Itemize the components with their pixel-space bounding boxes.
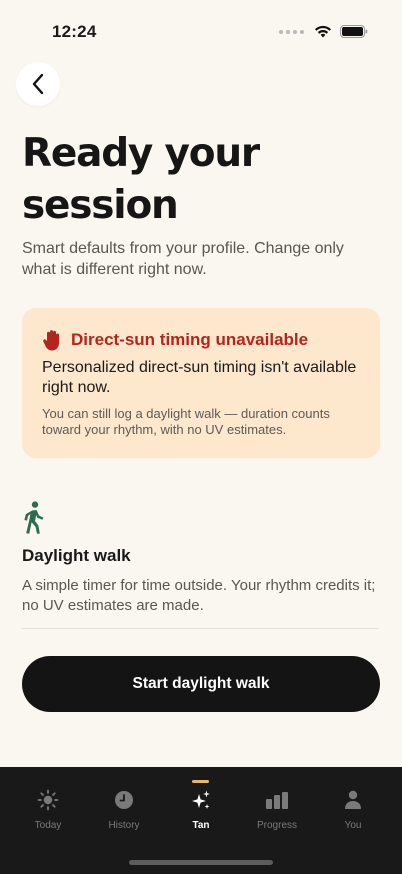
clock-icon: [115, 791, 133, 809]
tab-history[interactable]: History: [94, 787, 154, 835]
alert-note: You can still log a daylight walk — dura…: [42, 406, 330, 437]
start-daylight-walk-button[interactable]: Start daylight walk: [22, 656, 380, 712]
back-button[interactable]: [16, 62, 60, 106]
tab-label: You: [344, 820, 362, 831]
status-icons: [279, 25, 368, 38]
tab-today[interactable]: Today: [18, 787, 78, 835]
signal-dots-icon: [279, 29, 304, 34]
tab-label: Today: [34, 820, 62, 831]
page-title: Ready your session: [22, 131, 260, 228]
alert-body: Personalized direct-sun timing isn't ava…: [42, 359, 357, 396]
chevron-left-icon: [32, 73, 44, 95]
status-time: 12:24: [52, 22, 97, 41]
tab-progress[interactable]: Progress: [247, 787, 307, 835]
wifi-icon: [315, 25, 331, 38]
alert-header: Direct-sun timing unavailable: [42, 329, 308, 351]
walking-person-icon: [24, 501, 44, 534]
divider: [22, 628, 378, 629]
bar-chart-icon: [266, 792, 288, 809]
status-bar: 12:24: [0, 0, 402, 60]
tab-label: Progress: [256, 820, 297, 831]
raised-hand-icon: [43, 330, 59, 351]
person-icon: [345, 790, 361, 809]
battery-icon: [340, 25, 368, 38]
unavailable-alert-card: Direct-sun timing unavailable Personaliz…: [22, 308, 380, 458]
active-tab-indicator: [192, 780, 209, 783]
session-type-description: A simple timer for time outside. Your rh…: [22, 577, 376, 614]
tab-tan[interactable]: Tan: [171, 787, 231, 835]
tab-label: History: [108, 820, 140, 831]
session-type-title: Daylight walk: [22, 546, 131, 565]
tab-bar: Today History Tan Progress You: [0, 767, 402, 874]
alert-title: Direct-sun timing unavailable: [71, 330, 309, 349]
page-subtitle: Smart defaults from your profile. Change…: [22, 240, 344, 278]
tab-label: Tan: [192, 820, 210, 831]
sun-icon: [37, 789, 59, 811]
home-indicator: [129, 860, 273, 865]
tab-you[interactable]: You: [323, 787, 383, 835]
sparkles-icon: [192, 790, 210, 809]
